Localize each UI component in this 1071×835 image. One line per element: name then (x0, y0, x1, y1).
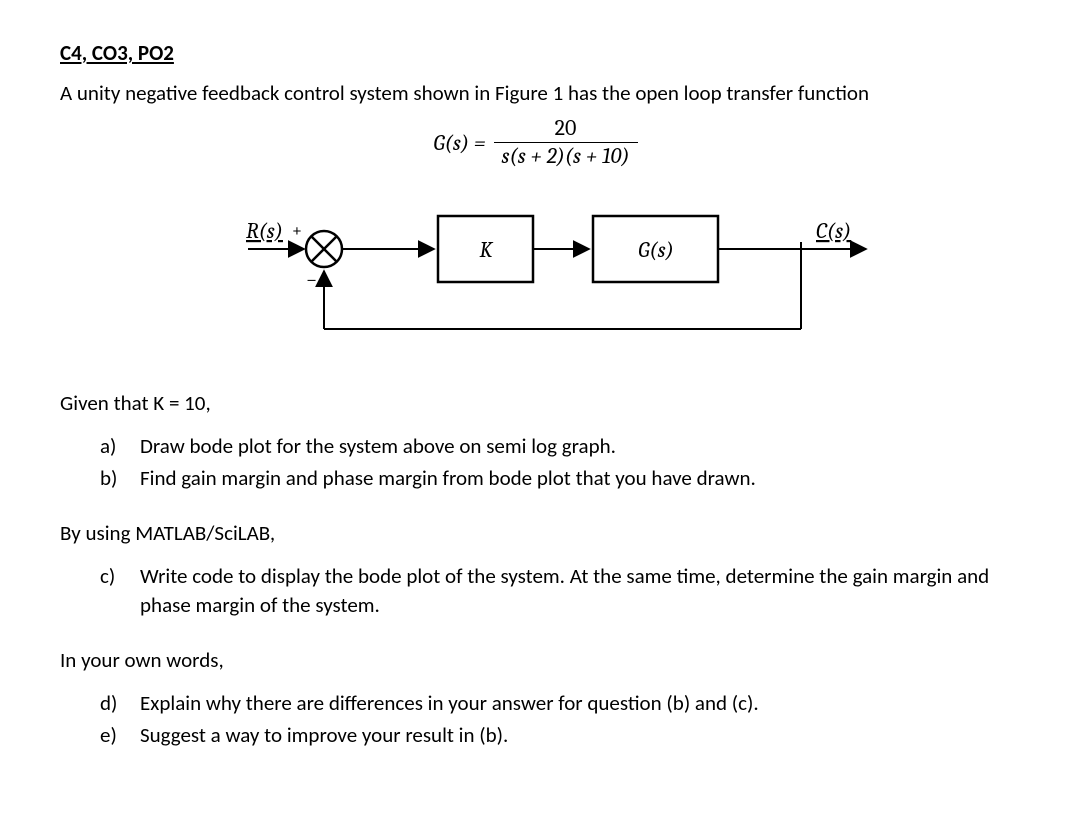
section-own-words-header: In your own words, (60, 647, 1011, 673)
diagram-output-label: C(s) (816, 218, 851, 244)
text-b: Find gain margin and phase margin from b… (140, 464, 1011, 492)
question-list-3: d) Explain why there are differences in … (60, 689, 1011, 750)
diagram-plus: + (292, 220, 302, 241)
equation-lhs: G(s) = (433, 130, 485, 156)
marker-b: b) (100, 464, 124, 492)
question-a: a) Draw bode plot for the system above o… (100, 432, 1011, 460)
marker-e: e) (100, 721, 124, 749)
question-d: d) Explain why there are differences in … (100, 689, 1011, 717)
question-list-1: a) Draw bode plot for the system above o… (60, 432, 1011, 493)
marker-a: a) (100, 432, 124, 460)
text-d: Explain why there are differences in you… (140, 689, 1011, 717)
transfer-function-equation: G(s) = 20 s(s + 2)(s + 10) (60, 116, 1011, 170)
equation-denominator: s(s + 2)(s + 10) (494, 142, 638, 169)
section-matlab-header: By using MATLAB/SciLAB, (60, 520, 1011, 546)
question-b: b) Find gain margin and phase margin fro… (100, 464, 1011, 492)
diagram-input-label: R(s) (246, 218, 283, 244)
document-header: C4, CO3, PO2 (60, 40, 1011, 66)
marker-d: d) (100, 689, 124, 717)
text-c: Write code to display the bode plot of t… (140, 562, 1011, 619)
question-e: e) Suggest a way to improve your result … (100, 721, 1011, 749)
diagram-gs-block: G(s) (638, 237, 674, 263)
text-a: Draw bode plot for the system above on s… (140, 432, 1011, 460)
text-e: Suggest a way to improve your result in … (140, 721, 1011, 749)
block-diagram: R(s) + − K G(s) C(s) (60, 194, 1011, 354)
question-c: c) Write code to display the bode plot o… (100, 562, 1011, 619)
marker-c: c) (100, 562, 124, 619)
diagram-minus: − (306, 268, 317, 291)
equation-numerator: 20 (547, 116, 585, 142)
diagram-k-block: K (479, 237, 493, 263)
intro-text: A unity negative feedback control system… (60, 80, 1011, 106)
question-list-2: c) Write code to display the bode plot o… (60, 562, 1011, 619)
given-text: Given that K = 10, (60, 390, 1011, 416)
